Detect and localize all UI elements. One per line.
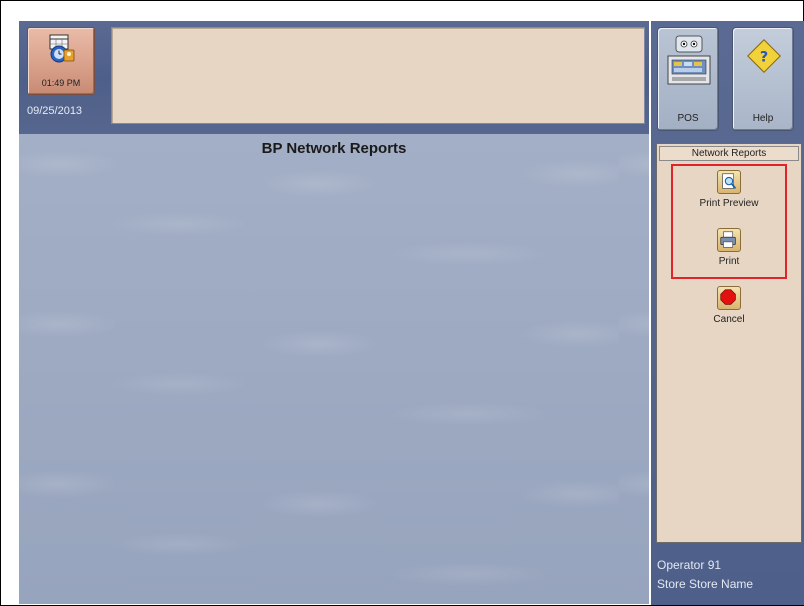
header-bar: 01:49 PM 09/25/2013 [19,21,649,134]
svg-text:?: ? [760,49,768,65]
calendar-clock-icon [49,34,75,63]
stop-icon [717,286,741,310]
pos-button[interactable]: POS [657,27,719,131]
help-label: Help [752,113,774,124]
right-sidebar: POS ? Help Network Reports Print Preview… [651,21,804,605]
printer-icon [717,228,741,252]
clock-time: 01:49 PM [41,78,81,88]
store-status: Store Store Name [657,577,754,591]
help-icon: ? [747,39,781,73]
message-box [111,27,645,124]
app-window: 01:49 PM 09/25/2013 BP Network Reports P… [0,0,804,606]
action-panel-title: Network Reports [659,146,799,161]
pos-terminal-icon [667,35,711,85]
print-preview-button[interactable]: Print Preview [657,170,801,209]
date-display: 09/25/2013 [27,105,83,117]
magnifier-icon [717,170,741,194]
action-panel: Network Reports Print Preview Print Canc… [656,143,802,543]
print-preview-label: Print Preview [699,198,759,209]
help-button[interactable]: ? Help [732,27,794,131]
cancel-button[interactable]: Cancel [657,286,801,325]
page-title: BP Network Reports [261,140,407,157]
print-label: Print [718,256,740,267]
print-button[interactable]: Print [657,228,801,267]
operator-status: Operator 91 [657,558,722,572]
clock-button[interactable]: 01:49 PM [27,27,95,95]
main-content: BP Network Reports [19,134,649,604]
cancel-label: Cancel [713,314,745,325]
pos-label: POS [677,113,699,124]
